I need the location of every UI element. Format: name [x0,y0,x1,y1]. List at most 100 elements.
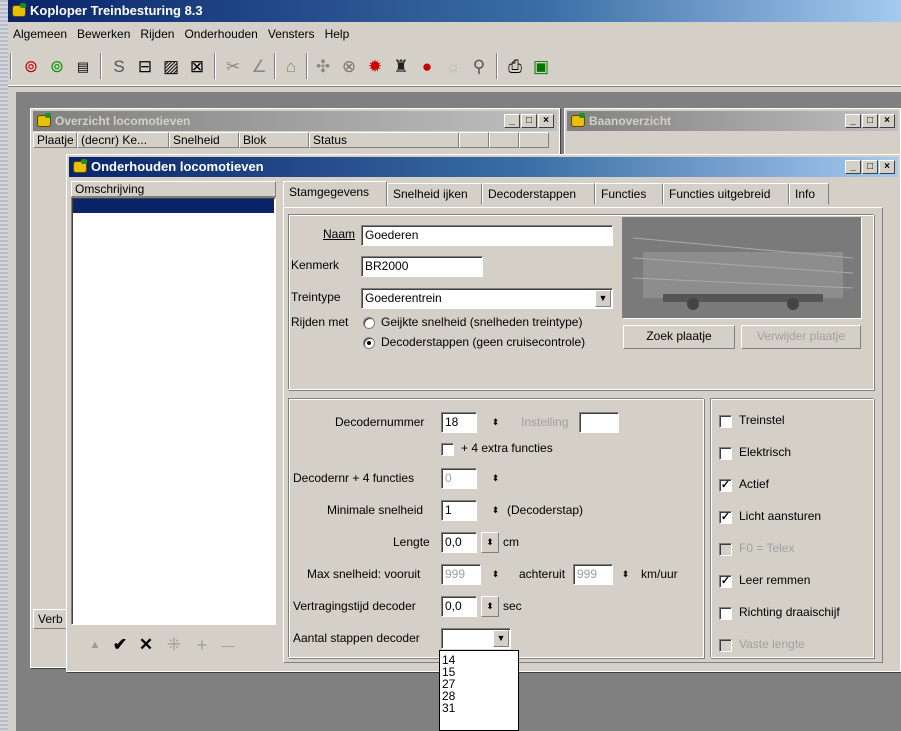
max-vooruit-input[interactable]: 999 [441,564,481,585]
station-icon[interactable]: ⌂ [278,53,304,79]
max-achteruit-spinner[interactable]: ⬍ [617,564,634,585]
stop-icon[interactable]: ● [414,53,440,79]
tab-stamgegevens[interactable]: Stamgegevens [283,181,387,206]
close-icon[interactable]: × [879,114,895,128]
checkmark-icon[interactable]: ✔ [107,635,133,655]
menu-algemeen[interactable]: Algemeen [8,22,72,46]
printer-icon[interactable]: ⎙ [502,53,528,79]
col-snelheid[interactable]: Snelheid [169,132,239,148]
tab-info[interactable]: Info [789,183,829,205]
col-blank[interactable] [459,132,489,148]
block-icon[interactable]: ⊟ [132,53,158,79]
sound-icon[interactable]: ✹ [362,53,388,79]
overview-caption-buttons: _ □ × [503,114,554,128]
instelling-input[interactable] [579,412,619,433]
decodernummer-spinner[interactable]: ⬍ [487,412,504,433]
remove-icon[interactable]: — [215,637,241,653]
locomotive-icon[interactable]: ♜ [388,53,414,79]
minimize-icon[interactable]: _ [845,114,861,128]
signal-green-icon[interactable]: ⊚ [44,53,70,79]
tab-snelheid-ijken[interactable]: Snelheid ijken [387,183,482,205]
radio-decoderstappen[interactable] [363,337,375,349]
curve-icon[interactable]: ∠ [246,53,272,79]
radio-geijkte-snelheid[interactable] [363,317,375,329]
chevron-down-icon[interactable]: ▼ [595,290,611,307]
verwijder-plaatje-button[interactable]: Verwijder plaatje [741,325,861,349]
menu-vensters[interactable]: Vensters [263,22,320,46]
min-snelheid-spinner[interactable]: ⬍ [487,500,504,521]
col-status[interactable]: Status [309,132,459,148]
app-title: Koploper Treinbesturing 8.3 [30,3,203,18]
vertraging-input[interactable]: 0,0 [441,596,477,617]
stamgegevens-group: Naam Goederen Kenmerk BR2000 Treintype G… [288,214,874,390]
elektrisch-checkbox[interactable] [719,447,732,460]
panel-icon[interactable]: ▤ [70,53,96,79]
naam-input[interactable]: Goederen [361,225,613,246]
maximize-icon[interactable]: □ [521,114,537,128]
list-header[interactable]: Omschrijving [71,181,276,197]
menu-onderhouden[interactable]: Onderhouden [179,22,262,46]
max-vooruit-spinner[interactable]: ⬍ [487,564,504,585]
richting-draaischijf-checkbox[interactable] [719,607,732,620]
minimize-icon[interactable]: _ [504,114,520,128]
chevron-down-icon[interactable]: ▼ [493,630,509,647]
vertraging-spinner[interactable]: ⬍ [481,596,499,617]
leer-remmen-checkbox[interactable]: ✓ [719,575,732,588]
naam-label-text: Naam [323,227,356,241]
maximize-icon[interactable]: □ [862,114,878,128]
menu-help[interactable]: Help [320,22,355,46]
list-item-selected[interactable] [73,199,274,213]
col-blank[interactable] [519,132,549,148]
cancel-icon[interactable]: ✕ [133,635,159,655]
actief-checkbox[interactable]: ✓ [719,479,732,492]
vertraging-label: Vertragingstijd decoder [293,599,416,613]
col-decnr[interactable]: (decnr) Ke... [77,132,169,148]
signal-icon[interactable]: ⊚ [18,53,44,79]
treintype-select[interactable]: Goederentrein ▼ [361,288,613,309]
copy-icon[interactable]: ⁜ [159,635,189,655]
minimize-icon[interactable]: _ [845,160,861,174]
extra-functies-checkbox[interactable] [441,443,454,456]
move-up-icon[interactable]: ▲ [83,639,107,651]
max-achteruit-input[interactable]: 999 [573,564,613,585]
licht-aansturen-checkbox[interactable]: ✓ [719,511,732,524]
lengte-input[interactable]: 0,0 [441,532,477,553]
menu-bewerken[interactable]: Bewerken [72,22,135,46]
achteruit-label: achteruit [519,567,566,581]
delete-icon[interactable]: ⊠ [184,53,210,79]
f0-telex-checkbox[interactable] [719,543,732,556]
dropdown-option[interactable]: 31 [440,702,518,714]
col-plaatje[interactable]: Plaatje [33,132,77,148]
tab-functies[interactable]: Functies [595,183,663,205]
maximize-icon[interactable]: □ [862,160,878,174]
edit-icon[interactable]: ▨ [158,53,184,79]
lengte-spinner[interactable]: ⬍ [481,532,499,553]
tool-icon[interactable]: ✂ [220,53,246,79]
tab-functies-uitgebreid[interactable]: Functies uitgebreid [663,183,789,205]
kenmerk-input[interactable]: BR2000 [361,256,483,277]
vaste-lengte-checkbox[interactable] [719,639,732,652]
close-icon[interactable]: × [879,160,895,174]
switch-icon[interactable]: ⚲ [466,53,492,79]
decodernr4-spinner[interactable]: ⬍ [487,468,504,489]
stappen-select[interactable]: ▼ [441,628,511,649]
close-icon[interactable]: × [538,114,554,128]
menu-rijden[interactable]: Rijden [135,22,179,46]
treinstel-checkbox[interactable] [719,415,732,428]
save-icon[interactable]: ▣ [528,53,554,79]
col-blok[interactable]: Blok [239,132,309,148]
junction-icon[interactable]: ✣ [310,53,336,79]
s-icon[interactable]: S [106,53,132,79]
min-snelheid-input[interactable]: 1 [441,500,477,521]
tab-decoderstappen[interactable]: Decoderstappen [482,183,595,205]
loco-list[interactable] [71,197,276,625]
decodernummer-input[interactable]: 18 [441,412,477,433]
zoek-plaatje-button[interactable]: Zoek plaatje [623,325,735,349]
col-blank[interactable] [489,132,519,148]
leer-remmen-label: Leer remmen [739,573,811,587]
decodernr4-input[interactable]: 0 [441,468,477,489]
options-group: Treinstel Elektrisch ✓ Actief ✓ Licht aa… [710,398,874,658]
add-icon[interactable]: + [189,635,215,656]
light-icon[interactable]: ☼ [440,53,466,79]
hazard-icon[interactable]: ⊗ [336,53,362,79]
